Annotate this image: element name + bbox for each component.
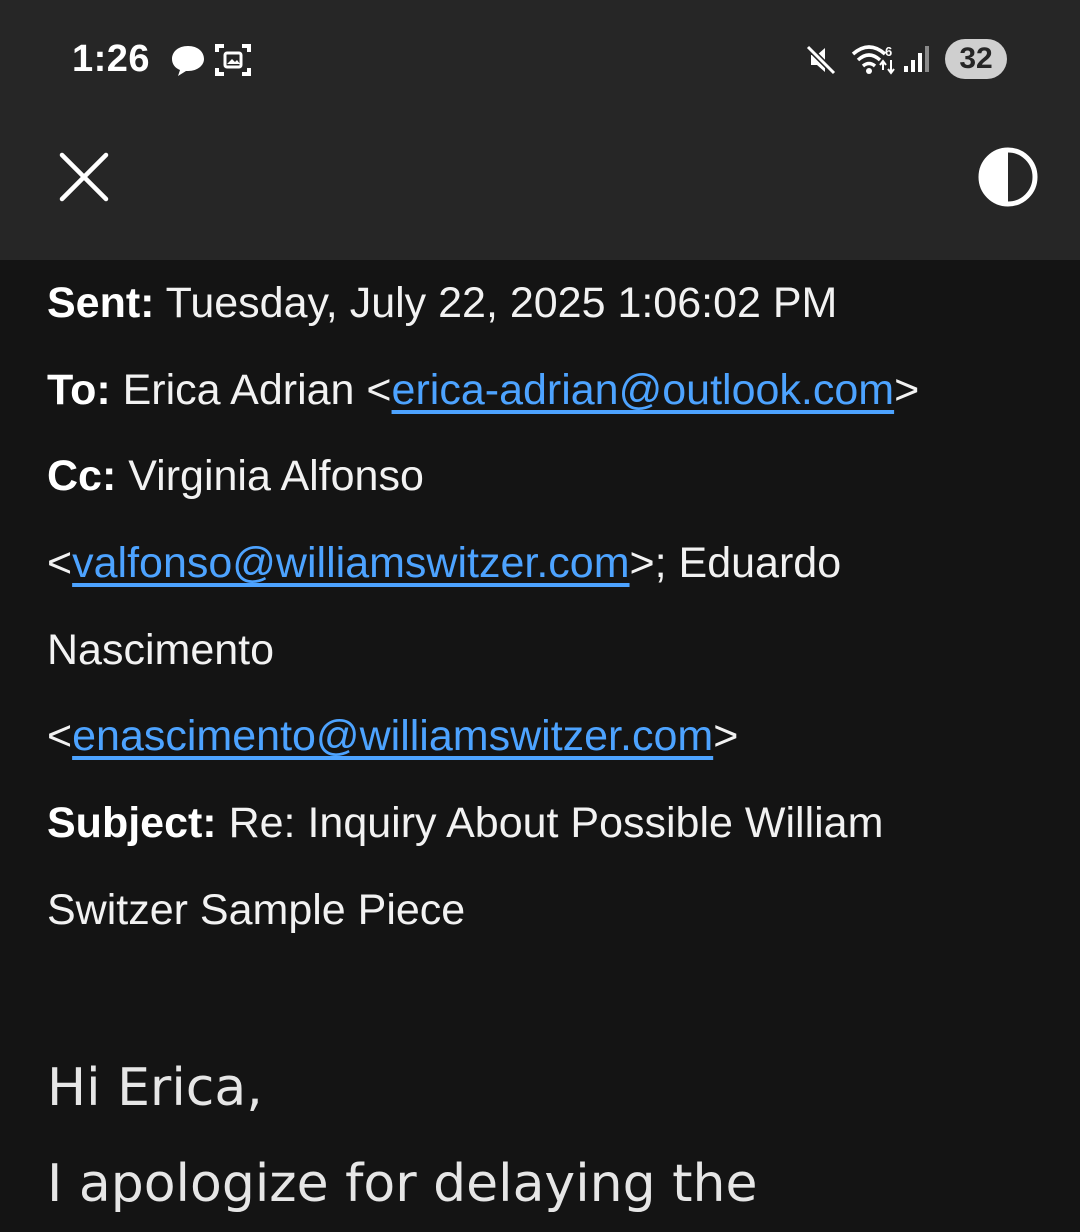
to-line: To: Erica Adrian <erica-adrian@outlook.c…	[47, 365, 920, 414]
to-name: Erica Adrian	[122, 365, 355, 414]
cc1-email-line: <valfonso@williamswitzer.com>; Eduardo	[47, 539, 842, 588]
screenshot-icon	[215, 44, 251, 76]
cc2-email-line: <enascimento@williamswitzer.com>	[47, 712, 739, 761]
subject-line-cont: Switzer Sample Piece	[47, 867, 1047, 954]
cc1-email-link[interactable]: valfonso@williamswitzer.com	[72, 539, 629, 587]
chat-bubble-icon	[172, 46, 204, 76]
subject-part2: Switzer Sample Piece	[47, 885, 466, 934]
cc2-name-part1: Eduardo	[678, 539, 842, 588]
sent-value: Tuesday, July 22, 2025 1:06:02 PM	[165, 279, 838, 327]
wifi-6-icon: 6	[851, 44, 895, 75]
battery-indicator: 32	[945, 39, 1007, 79]
to-label: To:	[47, 365, 111, 414]
sent-label: Sent:	[47, 279, 155, 327]
viewer-toolbar	[0, 120, 1080, 260]
email-header: Sent: Tuesday, July 22, 2025 1:06:02 PM …	[47, 260, 1047, 954]
subject-line: Subject: Re: Inquiry About Possible Will…	[47, 780, 1047, 867]
mute-icon	[805, 44, 837, 76]
subject-label: Subject:	[47, 799, 217, 848]
greeting-text: Hi Erica,	[47, 1058, 263, 1118]
sent-line: Sent: Tuesday, July 22, 2025 1:06:02 PM	[47, 260, 1047, 347]
body-text: I apologize for delaying the	[47, 1154, 758, 1214]
cc2-name-line: Nascimento	[47, 607, 1047, 694]
cc2-name-part2: Nascimento	[47, 625, 275, 674]
signal-icon	[904, 46, 929, 72]
cc-label: Cc:	[47, 452, 117, 501]
email-body: Hi Erica, I apologize for delaying the	[47, 1040, 1047, 1232]
subject-part1: Re: Inquiry About Possible William	[228, 799, 884, 848]
close-icon[interactable]	[52, 145, 116, 209]
svg-text:6: 6	[885, 44, 892, 59]
cc1-name: Virginia Alfonso	[128, 452, 424, 501]
contrast-icon[interactable]	[976, 145, 1040, 209]
status-time: 1:26	[72, 38, 151, 80]
cc-line: Cc: Virginia Alfonso	[47, 433, 1047, 520]
cc2-email-link[interactable]: enascimento@williamswitzer.com	[72, 712, 713, 760]
to-email-link[interactable]: erica-adrian@outlook.com	[392, 366, 895, 414]
